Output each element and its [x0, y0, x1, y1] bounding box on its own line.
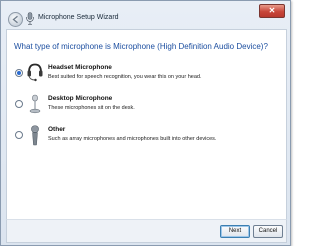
option-description: Best suited for speech recognition, you … [48, 74, 202, 80]
option-title: Desktop Microphone [48, 95, 113, 102]
cancel-button[interactable]: Cancel [253, 225, 283, 238]
wizard-window: Microphone Setup Wizard ✕ What type of m… [0, 0, 291, 246]
desktop-microphone-icon [29, 94, 41, 114]
headset-icon [27, 63, 43, 82]
button-bar: Next Cancel [6, 219, 287, 243]
handheld-microphone-icon [31, 125, 39, 146]
option-headset[interactable]: Headset Microphone Best suited for speec… [7, 60, 286, 90]
option-desktop[interactable]: Desktop Microphone These microphones sit… [7, 92, 286, 122]
next-button[interactable]: Next [220, 225, 250, 238]
back-arrow-icon[interactable] [8, 12, 23, 27]
close-button[interactable]: ✕ [259, 4, 285, 18]
option-description: These microphones sit on the desk. [48, 105, 135, 111]
radio-headset[interactable] [15, 69, 23, 77]
option-title: Other [48, 126, 66, 133]
wizard-content: What type of microphone is Microphone (H… [6, 29, 287, 220]
page-heading: What type of microphone is Microphone (H… [14, 42, 268, 51]
radio-other[interactable] [15, 131, 23, 139]
microphone-app-icon [26, 12, 34, 25]
option-description: Such as array microphones and microphone… [48, 136, 217, 142]
radio-desktop[interactable] [15, 100, 23, 108]
title-bar: Microphone Setup Wizard ✕ [1, 1, 290, 27]
option-other[interactable]: Other Such as array microphones and micr… [7, 123, 286, 153]
window-title: Microphone Setup Wizard [38, 14, 119, 21]
option-title: Headset Microphone [48, 64, 112, 71]
